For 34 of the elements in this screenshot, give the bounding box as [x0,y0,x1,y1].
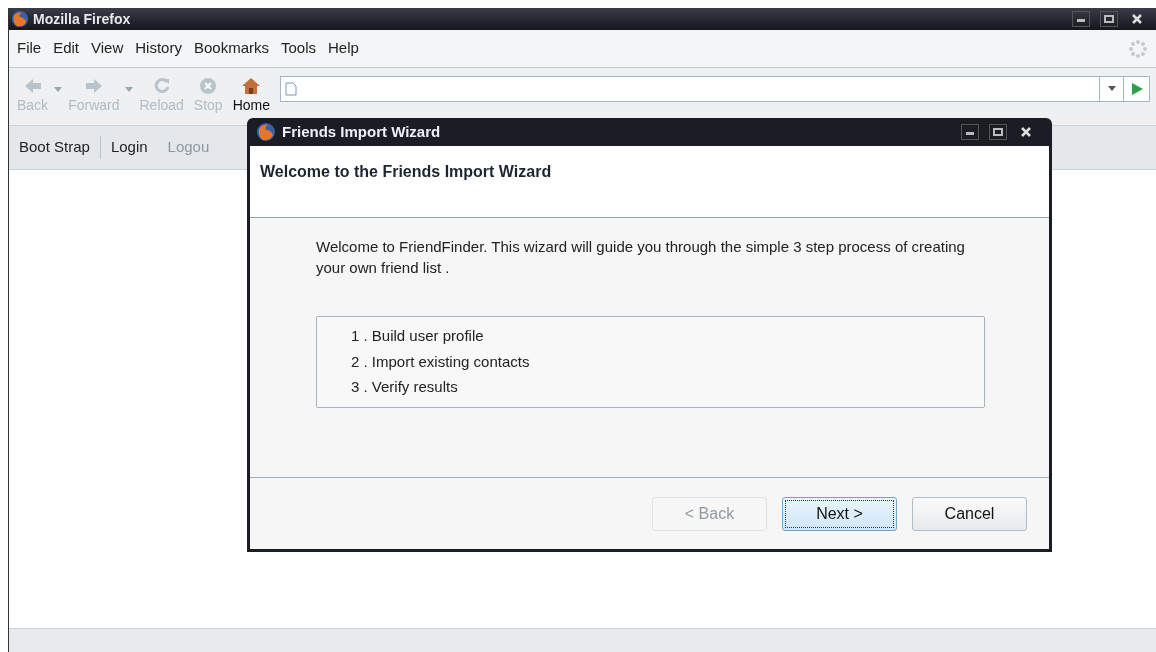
dialog-title: Friends Import Wizard [282,121,441,142]
minimize-icon[interactable] [1072,11,1090,27]
wizard-button[interactable]: Next > [782,496,897,531]
minimize-icon[interactable] [961,124,979,140]
address-field[interactable] [280,75,1150,102]
page-icon [285,81,298,96]
globe-fox-icon [11,10,29,28]
go-arrow-icon[interactable] [1129,81,1144,96]
house-icon [241,77,262,95]
window-title: Mozilla Firefox [33,9,131,29]
maximize-icon[interactable] [989,124,1007,140]
bookmark-item[interactable]: Boot Strap [9,136,101,159]
throbber-icon [1128,38,1148,59]
step-text: 1 . Build user profile [351,326,485,346]
menu-item[interactable]: Edit [53,37,80,60]
bookmark-item[interactable]: Login [100,136,158,159]
reload-icon [152,77,171,95]
step-text: 2 . Import existing contacts [351,351,531,372]
dropdown-icon[interactable] [1107,85,1116,92]
toolbar-button[interactable]: Home [228,77,275,116]
menu-item[interactable]: View [91,37,124,60]
wizard-heading: Welcome to the Friends Import Wizard [260,163,552,180]
menu-item[interactable]: File [17,37,42,60]
menu-item[interactable]: History [135,37,182,60]
menu-item[interactable]: Bookmarks [193,37,269,60]
wizard-button[interactable]: Cancel [912,496,1027,531]
menu-item[interactable]: Help [328,37,359,60]
menu-item[interactable]: Tools [281,37,316,60]
globe-fox-icon [256,122,276,142]
stop-icon [199,77,218,95]
step-text: 3 . Verify results [351,377,459,397]
right-arrow-icon [83,77,104,95]
maximize-icon[interactable] [1100,11,1118,27]
intro-text: Welcome to FriendFinder. This wizard will guide you through the simple 3 step process of creating your own friend list . [316,237,966,278]
